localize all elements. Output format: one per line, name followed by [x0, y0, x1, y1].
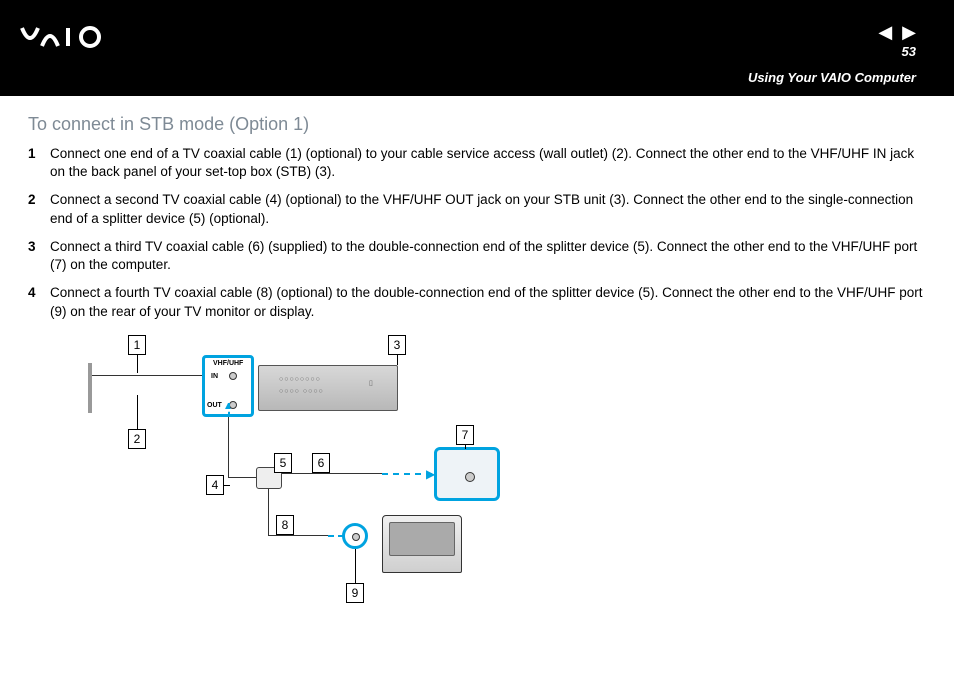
step-item: Connect a third TV coaxial cable (6) (su… [28, 238, 926, 274]
cable-4b [228, 477, 256, 478]
vhf-in-jack-icon [229, 372, 237, 380]
callout-4: 4 [206, 475, 224, 495]
chapter-title: Using Your VAIO Computer [748, 70, 916, 85]
section-title: To connect in STB mode (Option 1) [28, 114, 926, 135]
tv-vhf-port-icon [342, 523, 368, 549]
tv-screen-icon [389, 522, 455, 556]
leader-2 [137, 395, 138, 429]
connection-diagram: VHF/UHF IN OUT ○○○○○○○○ ○○○○ ○○○○ ▯ ▲ ▶ [88, 335, 568, 635]
computer-vhf-panel [434, 447, 500, 501]
callout-6: 6 [312, 453, 330, 473]
computer-vhf-port-icon [465, 472, 475, 482]
callout-5: 5 [274, 453, 292, 473]
nav-arrows: ◀ ▶ [878, 22, 916, 43]
prev-page-arrow[interactable]: ◀ [878, 22, 892, 43]
leader-1 [137, 355, 138, 373]
tv-jack-icon [352, 533, 360, 541]
header-bar: ◀ ▶ 53 Using Your VAIO Computer [0, 0, 954, 96]
callout-9: 9 [346, 583, 364, 603]
tv-monitor-icon [382, 515, 462, 573]
callout-1: 1 [128, 335, 146, 355]
next-page-arrow[interactable]: ▶ [902, 22, 916, 43]
leader-7 [465, 445, 466, 449]
cable-8b [268, 535, 328, 536]
cable-4 [228, 417, 229, 477]
out-label: OUT [207, 402, 222, 409]
callout-8: 8 [276, 515, 294, 535]
content-area: To connect in STB mode (Option 1) Connec… [0, 96, 954, 635]
leader-4 [224, 485, 230, 486]
in-label: IN [211, 373, 218, 380]
callout-2: 2 [128, 429, 146, 449]
leader-3 [397, 355, 398, 365]
vhf-uhf-label: VHF/UHF [213, 360, 243, 367]
callout-7: 7 [456, 425, 474, 445]
cable-6-dash [382, 473, 432, 475]
cable-8 [268, 489, 269, 535]
callout-3: 3 [388, 335, 406, 355]
step-item: Connect a second TV coaxial cable (4) (o… [28, 191, 926, 227]
step-item: Connect a fourth TV coaxial cable (8) (o… [28, 284, 926, 320]
vaio-logo-svg [20, 22, 130, 52]
step-item: Connect one end of a TV coaxial cable (1… [28, 145, 926, 181]
steps-list: Connect one end of a TV coaxial cable (1… [28, 145, 926, 321]
leader-9 [355, 549, 356, 583]
wall-outlet-icon [88, 363, 92, 413]
page-number: 53 [902, 44, 916, 59]
cable-1 [92, 375, 202, 376]
vaio-logo [20, 22, 130, 59]
cable-6 [282, 473, 382, 474]
set-top-box-icon: ○○○○○○○○ ○○○○ ○○○○ ▯ [258, 365, 398, 411]
arrow-up-icon: ▲ [223, 401, 233, 412]
